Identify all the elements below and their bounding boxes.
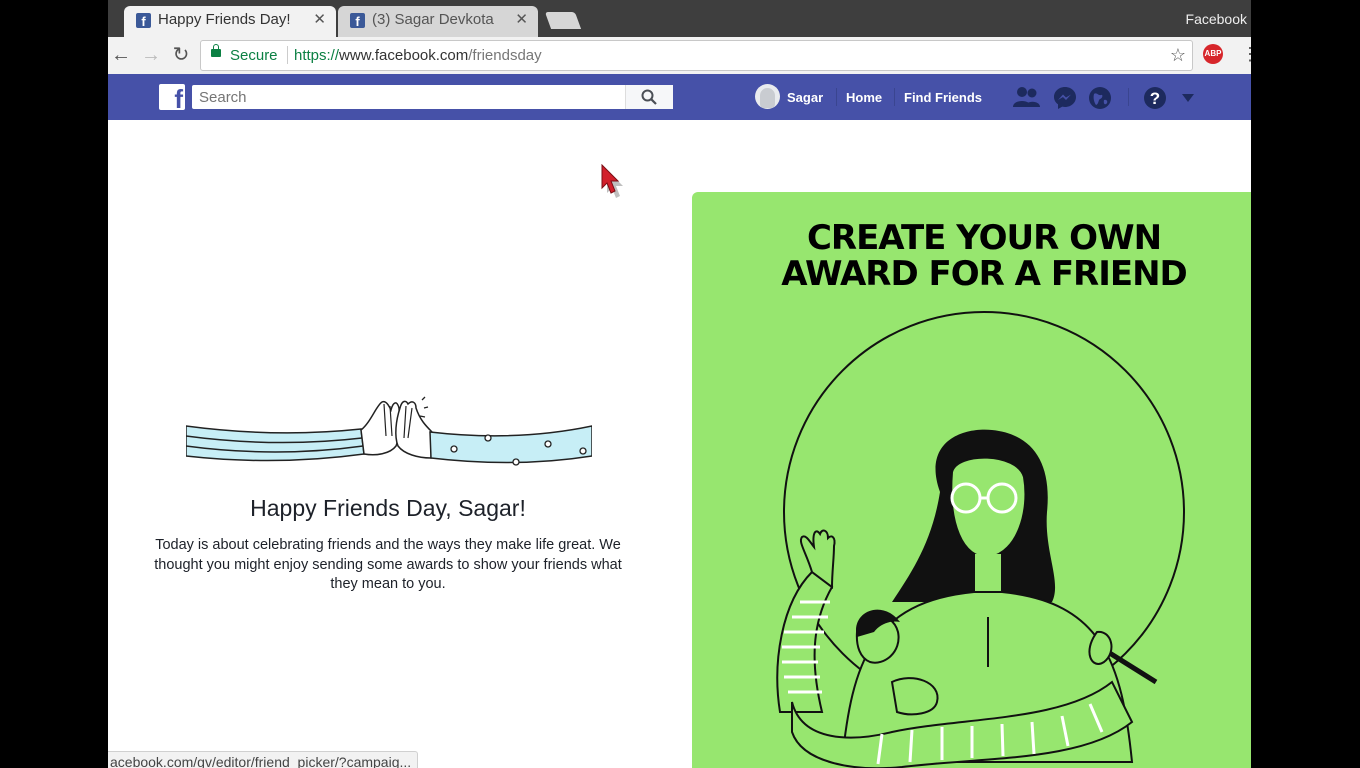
search-box[interactable]	[192, 85, 673, 109]
nav-profile-link[interactable]: Sagar	[787, 90, 823, 105]
url-text[interactable]: https://www.facebook.com/friendsday	[294, 47, 542, 64]
facebook-logo-icon[interactable]: f	[159, 84, 185, 110]
close-icon[interactable]: ✕	[313, 10, 326, 28]
friend-award-illustration	[776, 311, 1185, 768]
status-url-bubble: acebook.com/gv/editor/friend_picker/?cam…	[108, 751, 419, 768]
browser-window: f Happy Friends Day! ✕ f (3) Sagar Devko…	[108, 0, 1251, 768]
messenger-icon[interactable]	[1053, 86, 1077, 110]
high-five-illustration	[186, 396, 592, 466]
divider	[287, 46, 288, 64]
award-heading: CREATE YOUR OWN AWARD FOR A FRIEND	[692, 220, 1251, 292]
greeting-heading: Happy Friends Day, Sagar!	[250, 495, 526, 521]
facebook-header: f Sagar Home Find Friends	[108, 74, 1251, 120]
award-heading-line1: CREATE YOUR OWN	[806, 218, 1162, 258]
url-path: /friendsday	[468, 47, 542, 64]
divider	[894, 88, 895, 106]
new-tab-button[interactable]	[544, 12, 582, 29]
avatar[interactable]	[755, 84, 780, 109]
adblock-extension-icon[interactable]: ABP	[1203, 44, 1223, 64]
bookmark-star-icon[interactable]: ☆	[1170, 45, 1186, 66]
close-icon[interactable]: ✕	[515, 10, 528, 28]
lock-icon	[211, 44, 221, 57]
mouse-cursor-icon	[601, 164, 623, 198]
award-heading-line2: AWARD FOR A FRIEND	[781, 254, 1188, 294]
url-scheme: https://	[294, 47, 340, 64]
reload-icon[interactable]: ↻	[168, 42, 194, 68]
notifications-globe-icon[interactable]	[1088, 86, 1112, 110]
browser-toolbar: ← → ↻ Secure https://www.facebook.com/fr…	[108, 37, 1251, 75]
chevron-down-icon[interactable]	[1181, 93, 1195, 103]
search-icon	[641, 89, 657, 105]
url-host: www.facebook.com	[339, 47, 469, 64]
browser-menu-icon[interactable]: ⋮	[1241, 45, 1251, 63]
search-input[interactable]	[192, 85, 619, 109]
facebook-favicon-icon: f	[350, 13, 365, 29]
nav-home-link[interactable]: Home	[846, 90, 882, 105]
window-title: Facebook	[1185, 11, 1247, 27]
help-icon[interactable]: ?	[1143, 86, 1167, 110]
nav-find-friends-link[interactable]: Find Friends	[904, 90, 982, 105]
forward-arrow-icon[interactable]: →	[138, 42, 164, 68]
back-arrow-icon[interactable]: ←	[108, 42, 134, 68]
divider	[1128, 88, 1129, 106]
secure-label: Secure	[230, 47, 278, 64]
tab-strip: f Happy Friends Day! ✕ f (3) Sagar Devko…	[108, 0, 1251, 37]
divider	[836, 88, 837, 106]
create-award-card[interactable]: CREATE YOUR OWN AWARD FOR A FRIEND	[692, 192, 1251, 768]
facebook-favicon-icon: f	[136, 13, 151, 29]
search-button[interactable]	[625, 85, 673, 109]
greeting-message: Today is about celebrating friends and t…	[154, 537, 622, 592]
tab-title: Happy Friends Day!	[158, 11, 291, 28]
tab-sagar-devkota[interactable]: f (3) Sagar Devkota ✕	[338, 6, 538, 37]
svg-text:?: ?	[1150, 89, 1160, 108]
friend-requests-icon[interactable]	[1013, 86, 1041, 108]
tab-title: (3) Sagar Devkota	[372, 11, 494, 28]
logo-letter: f	[174, 84, 183, 110]
tab-happy-friends-day[interactable]: f Happy Friends Day! ✕	[124, 6, 336, 37]
address-bar[interactable]: Secure https://www.facebook.com/friendsd…	[200, 40, 1193, 71]
